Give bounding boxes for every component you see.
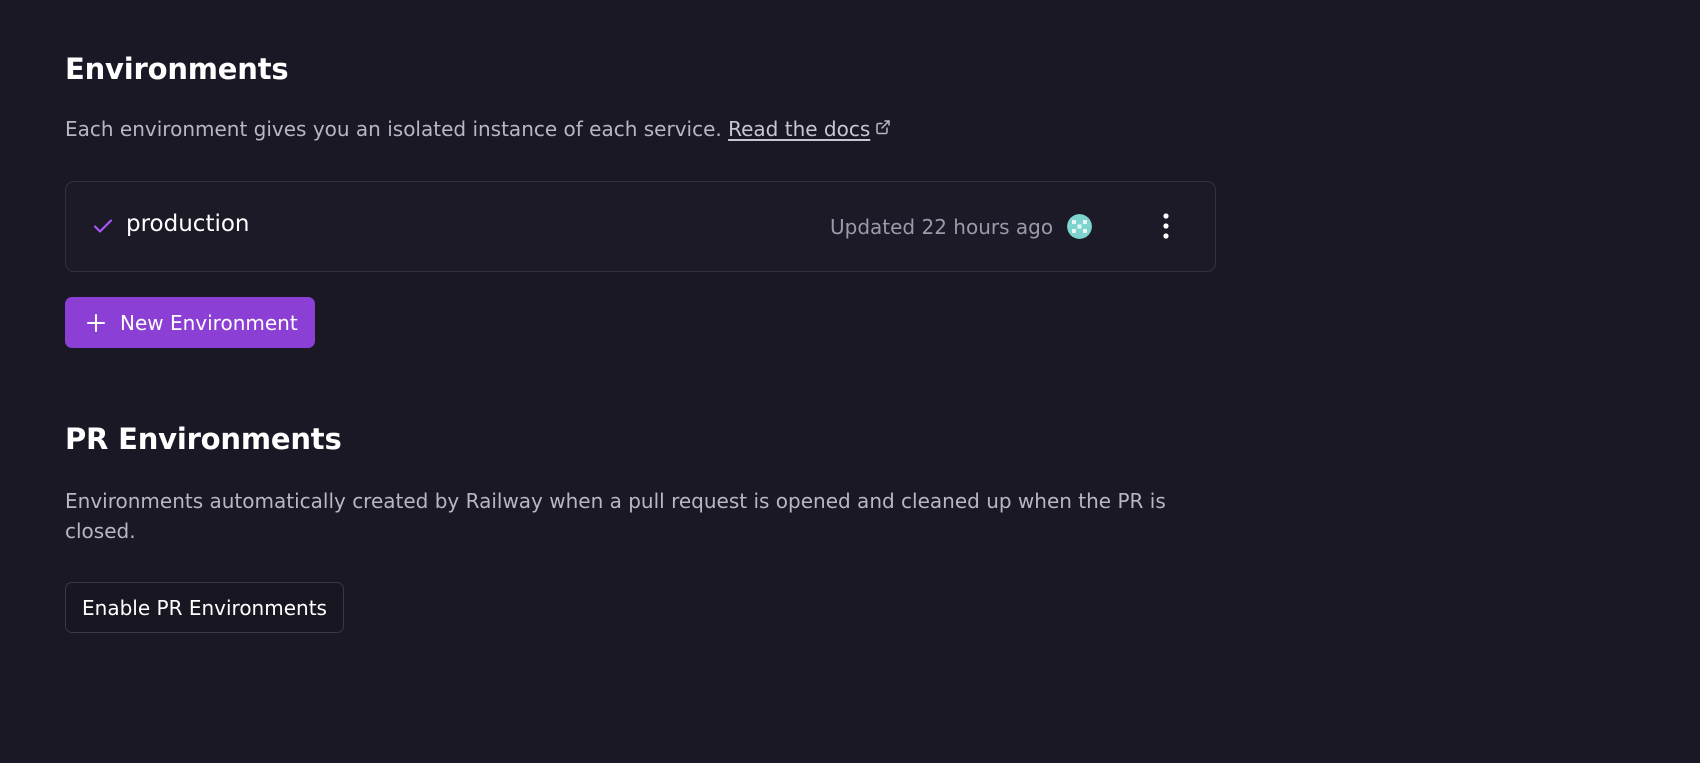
- environment-updated-time: Updated 22 hours ago: [830, 215, 1054, 239]
- read-the-docs-link[interactable]: Read the docs: [728, 117, 870, 141]
- enable-pr-environments-button[interactable]: Enable PR Environments: [65, 582, 344, 633]
- environments-description: Each environment gives you an isolated i…: [65, 114, 891, 144]
- environment-row-production[interactable]: production Updated 22 hours ago: [65, 181, 1216, 272]
- more-options-icon[interactable]: [1154, 208, 1178, 244]
- plus-icon: [86, 313, 106, 338]
- environments-heading: Environments: [65, 52, 289, 86]
- environments-description-text: Each environment gives you an isolated i…: [65, 117, 722, 141]
- check-icon: [92, 217, 114, 239]
- pr-environments-description: Environments automatically created by Ra…: [65, 489, 1166, 543]
- avatar: [1067, 214, 1092, 239]
- new-environment-button[interactable]: New Environment: [65, 297, 315, 348]
- environment-name: production: [126, 211, 250, 237]
- external-link-icon: [875, 113, 891, 143]
- environments-settings-page: Environments Each environment gives you …: [0, 0, 1700, 763]
- pr-environments-heading: PR Environments: [65, 422, 342, 456]
- new-environment-label: New Environment: [120, 311, 298, 335]
